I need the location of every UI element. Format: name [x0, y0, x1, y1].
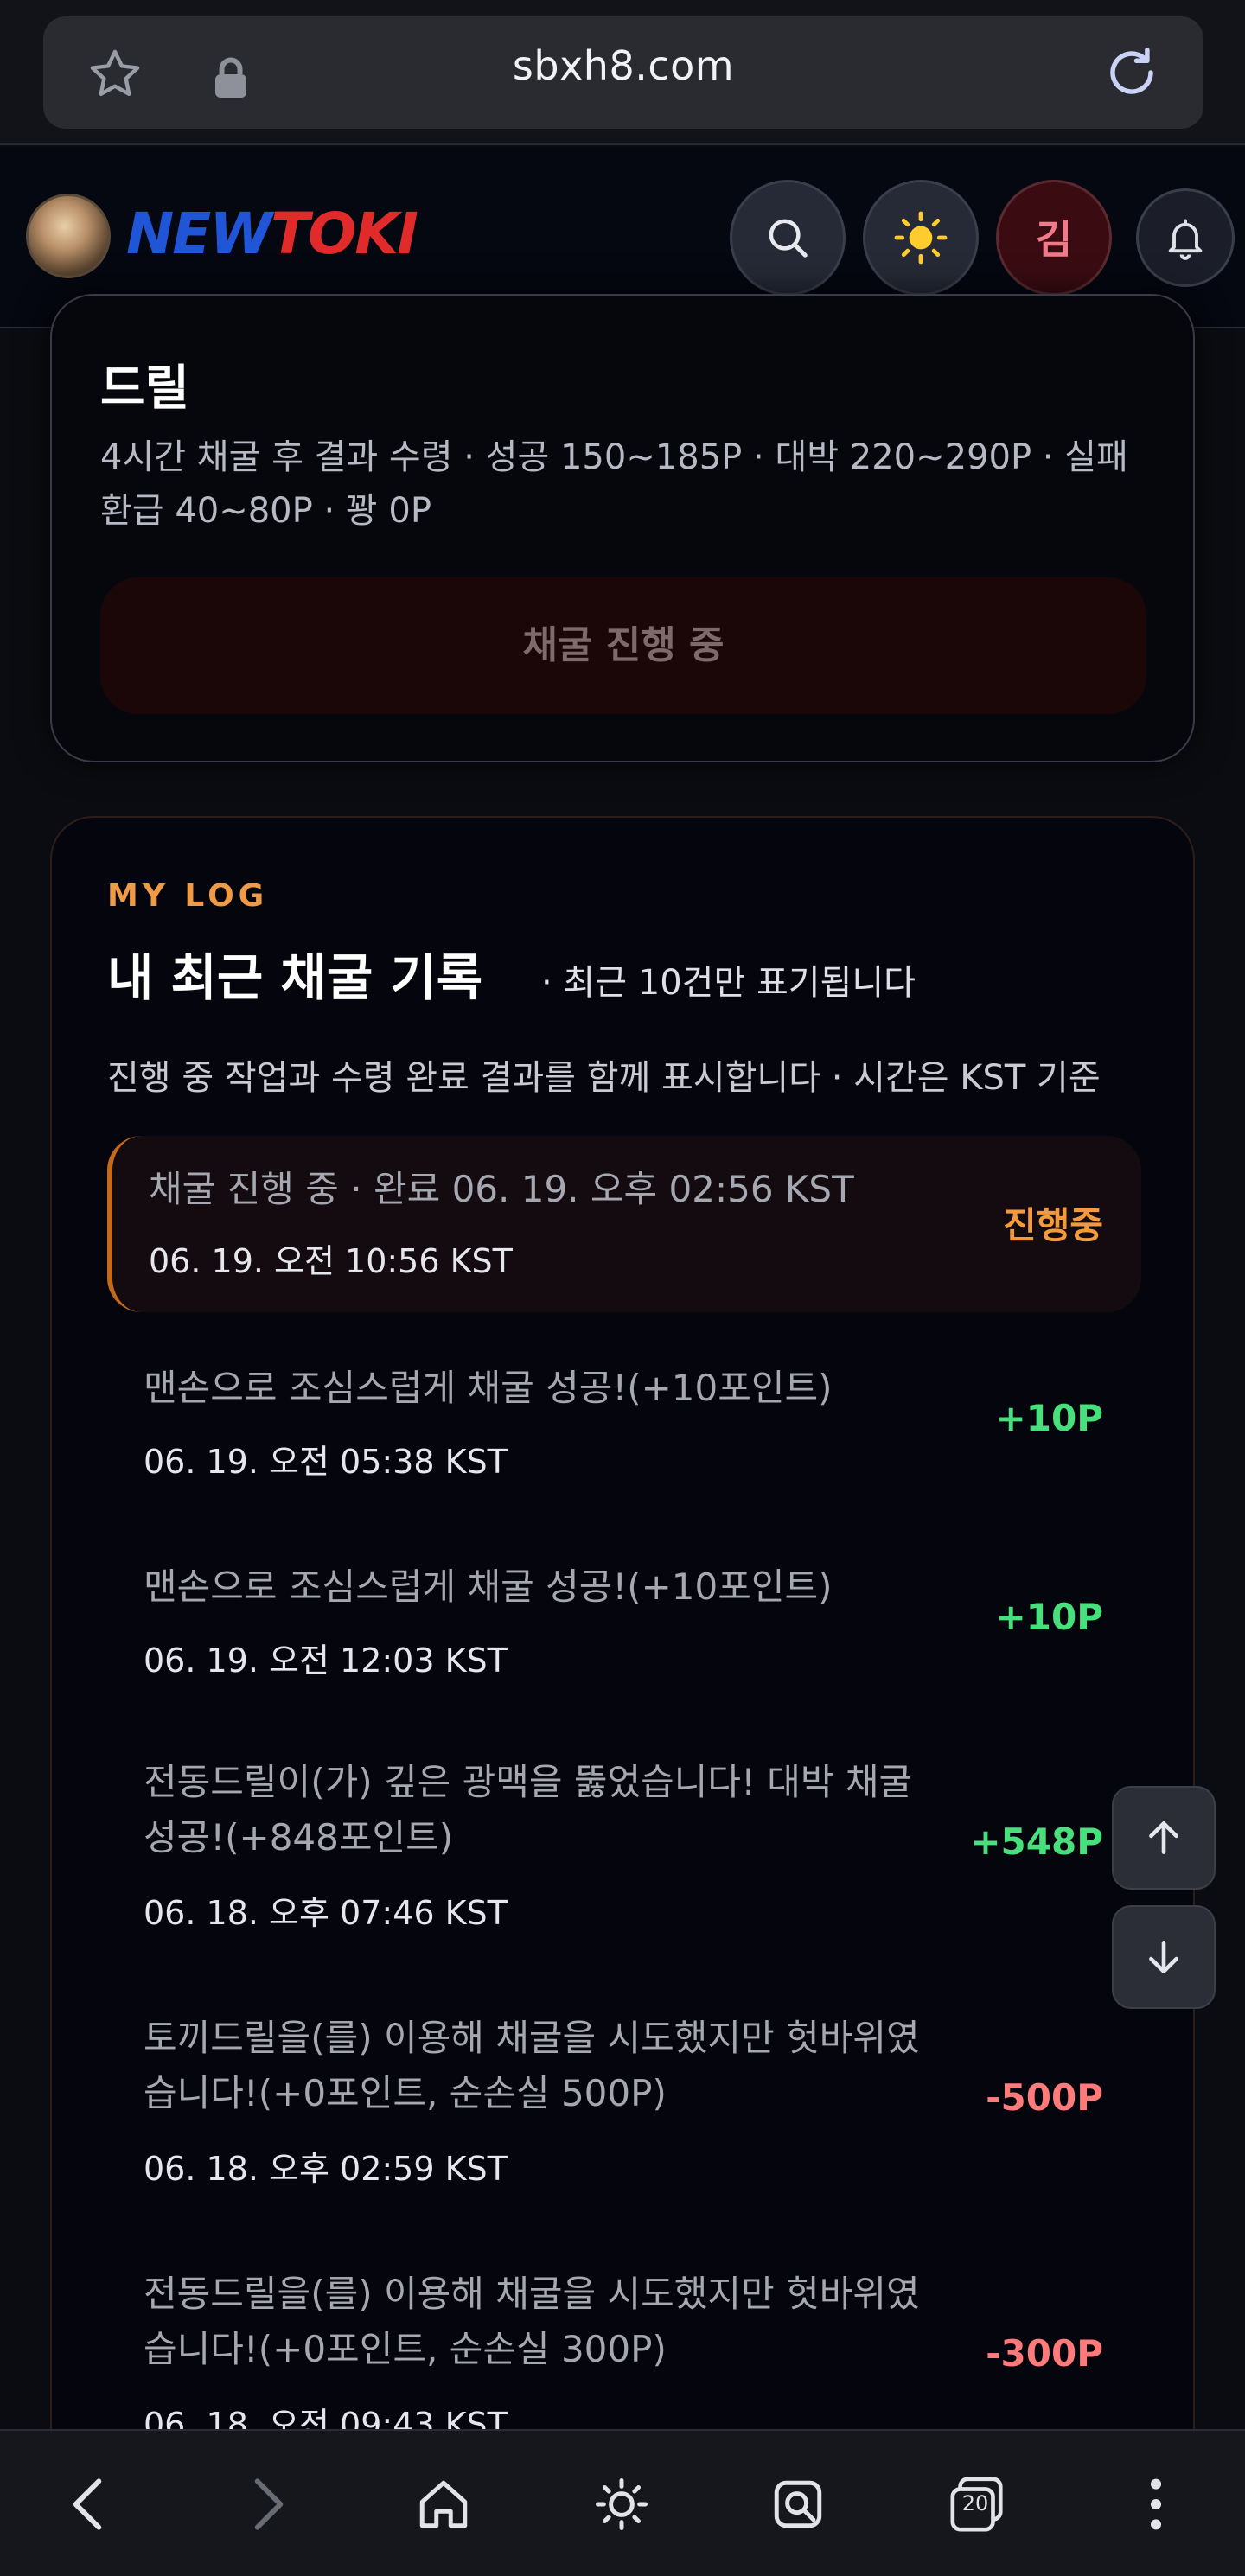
mining-log-card: MY LOG 내 최근 채굴 기록 · 최근 10건만 표기됩니다 진행 중 작… [50, 816, 1195, 2576]
log-item-message: 맨손으로 조심스럽게 채굴 성공!(+10포인트) [144, 1367, 833, 1409]
log-item: 전동드릴이(가) 깊은 광맥을 뚫었습니다! 대박 채굴 성공!(+848포인트… [107, 1734, 1141, 1959]
scroll-to-bottom-button[interactable] [1112, 1905, 1216, 2009]
log-item-message: 전동드릴을(를) 이용해 채굴을 시도했지만 헛바위였습니다!(+0포인트, 순… [144, 2273, 920, 2370]
logo-toki-text: TOKI [271, 201, 418, 267]
log-item-message: 채굴 진행 중 · 완료 06. 19. 오후 02:56 KST [149, 1168, 854, 1210]
chevron-right-icon [254, 2478, 284, 2530]
log-item: 토끼드릴을(를) 이용해 채굴을 시도했지만 헛바위였습니다!(+0포인트, 순… [107, 1990, 1141, 2215]
home-button[interactable] [405, 2465, 482, 2543]
arrow-up-icon [1149, 1821, 1178, 1854]
drill-card: 드릴 4시간 채굴 후 결과 수령 · 성공 150~185P · 대박 220… [50, 294, 1195, 762]
tab-count: 20 [961, 2491, 989, 2515]
more-vertical-icon [1150, 2478, 1162, 2530]
brightness-button[interactable] [583, 2465, 661, 2543]
log-item-delta: +10P [995, 1397, 1103, 1439]
search-icon [769, 219, 808, 258]
log-item-message: 전동드릴이(가) 깊은 광맥을 뚫었습니다! 대박 채굴 성공!(+848포인트… [144, 1761, 913, 1859]
log-kicker: MY LOG [107, 878, 269, 914]
bell-icon [1168, 219, 1203, 260]
search-button[interactable] [730, 180, 846, 296]
chevron-left-icon [73, 2478, 102, 2530]
log-title: 내 최근 채굴 기록 [107, 948, 483, 1007]
sun-icon [894, 211, 948, 265]
user-avatar-button[interactable]: 김 [996, 180, 1112, 296]
arrow-down-icon [1149, 1941, 1178, 1973]
log-item-delta: -500P [986, 2076, 1103, 2119]
log-item-time: 06. 19. 오전 12:03 KST [144, 1642, 508, 1680]
log-item-delta: +10P [995, 1596, 1103, 1638]
address-bar[interactable]: sbxh8.com [43, 16, 1204, 129]
more-menu-button[interactable] [1117, 2465, 1195, 2543]
log-item-time: 06. 19. 오전 10:56 KST [149, 1242, 513, 1280]
find-in-page-icon [774, 2480, 822, 2528]
tabs-button[interactable]: 20 [939, 2465, 1017, 2543]
page: sbxh8.com NEWTOKI 김 드릴 4시간 채굴 후 결과 수령 · … [0, 0, 1245, 2576]
back-button[interactable] [48, 2465, 126, 2543]
log-item-time: 06. 19. 오전 05:38 KST [144, 1443, 508, 1481]
mining-in-progress-button[interactable]: 채굴 진행 중 [100, 577, 1146, 714]
logo-new-text: NEW [126, 201, 272, 267]
log-item-time: 06. 18. 오후 07:46 KST [144, 1894, 508, 1932]
url-text: sbxh8.com [512, 42, 735, 89]
notification-button[interactable] [1136, 188, 1235, 287]
browser-bottom-nav: 20 [0, 2429, 1245, 2576]
log-item-delta: -300P [986, 2332, 1103, 2375]
log-item: 맨손으로 조심스럽게 채굴 성공!(+10포인트) 06. 19. 오전 12:… [107, 1535, 1141, 1708]
home-icon [419, 2480, 468, 2528]
find-in-page-button[interactable] [759, 2465, 837, 2543]
log-subtitle: 진행 중 작업과 수령 완료 결과를 함께 표시합니다 · 시간은 KST 기준 [107, 1058, 1101, 1098]
forward-button[interactable] [230, 2465, 308, 2543]
scroll-to-top-button[interactable] [1112, 1786, 1216, 1890]
reload-icon[interactable] [1103, 44, 1160, 101]
browser-toolbar: sbxh8.com [0, 0, 1245, 145]
log-item-status: 진행중 [1003, 1204, 1103, 1247]
theme-toggle-button[interactable] [863, 180, 979, 296]
logo-avatar[interactable] [26, 194, 111, 278]
user-initial: 김 [1035, 216, 1073, 263]
log-item-message: 토끼드릴을(를) 이용해 채굴을 시도했지만 헛바위였습니다!(+0포인트, 순… [144, 2017, 920, 2114]
brightness-icon [596, 2478, 648, 2530]
site-logo[interactable]: NEWTOKI [126, 201, 418, 267]
log-item: 맨손으로 조심스럽게 채굴 성공!(+10포인트) 06. 19. 오전 05:… [107, 1336, 1141, 1509]
log-item-time: 06. 18. 오후 02:59 KST [144, 2150, 508, 2188]
drill-description: 4시간 채굴 후 결과 수령 · 성공 150~185P · 대박 220~29… [100, 437, 1128, 531]
log-note: · 최근 10건만 표기됩니다 [541, 963, 916, 1003]
log-item-message: 맨손으로 조심스럽게 채굴 성공!(+10포인트) [144, 1565, 833, 1608]
drill-title: 드릴 [100, 360, 190, 417]
log-item-in-progress[interactable]: 채굴 진행 중 · 완료 06. 19. 오후 02:56 KST 06. 19… [107, 1136, 1141, 1312]
log-item-delta: +548P [970, 1820, 1103, 1863]
